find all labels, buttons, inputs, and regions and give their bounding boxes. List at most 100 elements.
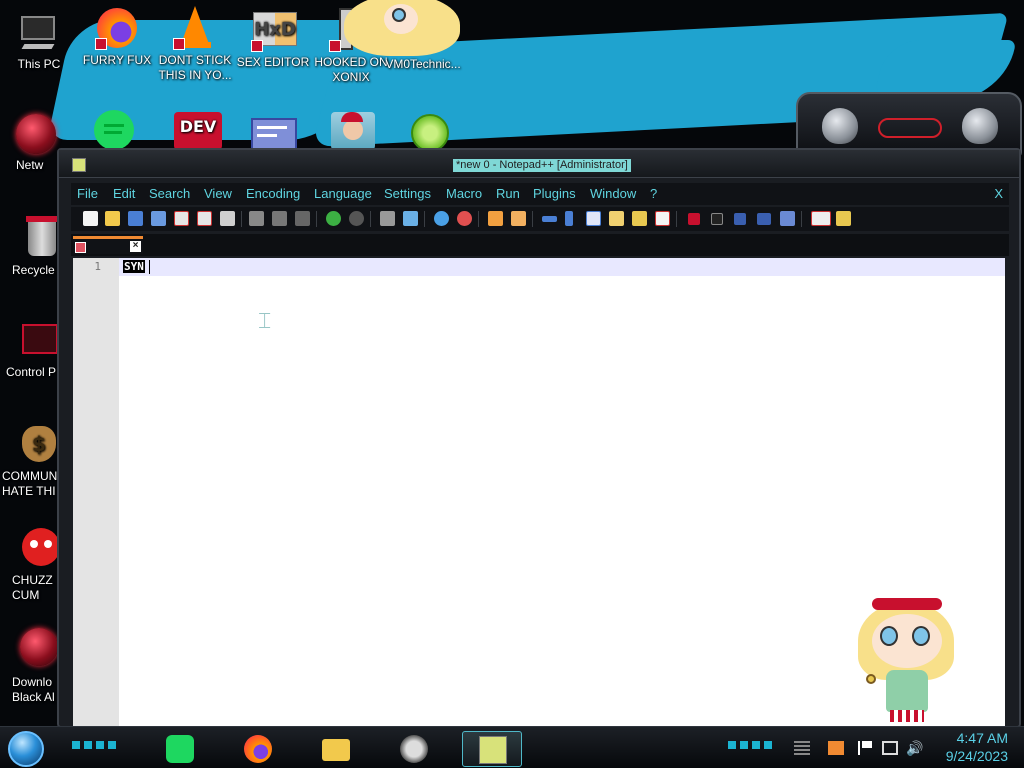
notepadpp-icon bbox=[479, 736, 507, 764]
taskbar-app-skull[interactable] bbox=[384, 731, 444, 767]
print-icon[interactable] bbox=[220, 211, 235, 226]
network-icon bbox=[16, 114, 60, 158]
doc-map-icon[interactable] bbox=[609, 211, 624, 226]
menu-language[interactable]: Language bbox=[314, 186, 372, 201]
taskbar-app-file-explorer[interactable] bbox=[306, 731, 366, 767]
tab-close-button[interactable]: × bbox=[130, 241, 141, 252]
desktop-icon-label: HOOKED ON XONIX bbox=[314, 55, 388, 84]
clock-date: 9/24/2023 bbox=[945, 748, 1008, 764]
save-icon[interactable] bbox=[128, 211, 143, 226]
show-all-chars-icon[interactable] bbox=[565, 211, 573, 226]
paste-icon[interactable] bbox=[295, 211, 310, 226]
system-clock[interactable]: 4:47 AM 9/24/2023 bbox=[946, 729, 1008, 765]
computer-icon bbox=[17, 10, 61, 54]
hxd-icon: HxD bbox=[251, 8, 297, 52]
menu-view[interactable]: View bbox=[204, 186, 232, 201]
record-macro-icon[interactable] bbox=[688, 213, 700, 225]
close-all-icon[interactable] bbox=[197, 211, 212, 226]
vlc-icon bbox=[173, 6, 217, 50]
menu-settings[interactable]: Settings bbox=[384, 186, 431, 201]
menu-window[interactable]: Window bbox=[590, 186, 636, 201]
java-update-icon[interactable] bbox=[828, 741, 844, 755]
cut-icon[interactable] bbox=[249, 211, 264, 226]
control-panel-icon bbox=[18, 318, 62, 362]
alien-head-icon bbox=[822, 108, 858, 144]
stop-macro-icon[interactable] bbox=[711, 213, 723, 225]
taskbar-app-firefox[interactable] bbox=[228, 731, 288, 767]
open-file-icon[interactable] bbox=[105, 211, 120, 226]
save-macro-icon[interactable] bbox=[780, 211, 795, 226]
menu-run[interactable]: Run bbox=[496, 186, 520, 201]
notepadpp-icon bbox=[72, 158, 86, 172]
file-explorer-icon bbox=[322, 739, 350, 761]
taskbar-app-spotify[interactable] bbox=[150, 731, 210, 767]
indent-guide-icon[interactable] bbox=[586, 211, 601, 226]
money-bag-icon: $ bbox=[18, 422, 62, 466]
firefox-icon bbox=[95, 6, 139, 50]
desktop-icon-label: COMMUN HATE THI bbox=[2, 469, 58, 498]
current-line-highlight bbox=[119, 258, 1005, 276]
editor-text[interactable]: SYN bbox=[123, 260, 145, 273]
desktop-icon-vlc[interactable]: DONT STICK THIS IN YO... bbox=[156, 6, 234, 83]
close-document-button[interactable]: X bbox=[994, 186, 1003, 201]
new-file-icon[interactable] bbox=[83, 211, 98, 226]
menu-help[interactable]: ? bbox=[650, 186, 657, 201]
character-sticker bbox=[852, 598, 960, 724]
close-icon[interactable] bbox=[174, 211, 189, 226]
line-number-gutter: 1 bbox=[73, 258, 119, 726]
spotify-icon bbox=[166, 735, 194, 763]
desktop-icon-vm0technic[interactable]: VM0Technic... bbox=[344, 0, 462, 72]
save-all-icon[interactable] bbox=[151, 211, 166, 226]
network-icon[interactable] bbox=[882, 741, 898, 755]
desktop-icon-label: SEX EDITOR bbox=[236, 55, 310, 69]
menu-bar: File Edit Search View Encoding Language … bbox=[71, 183, 1009, 205]
skull-app-icon bbox=[400, 735, 428, 763]
desktop-icon-money[interactable]: $ COMMUN HATE THI bbox=[2, 422, 62, 499]
desktop-icon-label: FURRY FUX bbox=[82, 53, 152, 67]
ibeam-cursor-icon: ⌶ bbox=[258, 308, 272, 333]
copy-icon[interactable] bbox=[272, 211, 287, 226]
toolbar bbox=[71, 207, 1009, 231]
taskbar-app-notepadpp[interactable] bbox=[462, 731, 522, 767]
alien-head-icon bbox=[962, 108, 998, 144]
zoom-out-icon[interactable] bbox=[457, 211, 472, 226]
menu-search[interactable]: Search bbox=[149, 186, 190, 201]
function-list-icon[interactable] bbox=[632, 211, 647, 226]
play-multiple-macro-icon[interactable] bbox=[757, 213, 771, 225]
desktop-icon-firefox[interactable]: FURRY FUX bbox=[78, 6, 156, 68]
clock-time: 4:47 AM bbox=[956, 730, 1008, 746]
play-macro-icon[interactable] bbox=[734, 213, 746, 225]
menu-encoding[interactable]: Encoding bbox=[246, 186, 300, 201]
menu-file[interactable]: File bbox=[77, 186, 98, 201]
taskbar-decoration bbox=[728, 741, 772, 749]
text-caret bbox=[149, 260, 150, 274]
menu-plugins[interactable]: Plugins bbox=[533, 186, 576, 201]
sync-horizontal-icon[interactable] bbox=[511, 211, 526, 226]
taskbar: 🔊 4:47 AM 9/24/2023 bbox=[0, 726, 1024, 768]
start-button[interactable] bbox=[8, 731, 44, 767]
unsaved-icon bbox=[75, 242, 86, 253]
window-title: *new 0 - Notepad++ [Administrator] bbox=[453, 159, 631, 172]
word-wrap-icon[interactable] bbox=[542, 216, 557, 222]
find-icon[interactable] bbox=[380, 211, 395, 226]
volume-icon[interactable]: 🔊 bbox=[906, 741, 923, 755]
undo-icon[interactable] bbox=[326, 211, 341, 226]
flag-icon[interactable] bbox=[858, 741, 874, 755]
desktop-icon-label: DONT STICK THIS IN YO... bbox=[158, 53, 232, 82]
window-titlebar[interactable]: *new 0 - Notepad++ [Administrator] bbox=[59, 150, 1019, 178]
replace-icon[interactable] bbox=[403, 211, 418, 226]
tab-new-0[interactable]: × bbox=[73, 236, 143, 254]
folder-workspace-icon[interactable] bbox=[655, 211, 670, 226]
redo-icon[interactable] bbox=[349, 211, 364, 226]
spell-check-icon[interactable] bbox=[811, 211, 831, 226]
desktop-icon-hxd[interactable]: HxD SEX EDITOR bbox=[234, 8, 312, 70]
zoom-in-icon[interactable] bbox=[434, 211, 449, 226]
folder-icon[interactable] bbox=[836, 211, 851, 226]
line-number: 1 bbox=[94, 260, 101, 273]
firefox-icon bbox=[244, 735, 272, 763]
desktop-icon-this-pc[interactable]: This PC bbox=[0, 10, 78, 72]
menu-macro[interactable]: Macro bbox=[446, 186, 482, 201]
show-desktop-icon[interactable] bbox=[794, 741, 810, 755]
sync-vertical-icon[interactable] bbox=[488, 211, 503, 226]
menu-edit[interactable]: Edit bbox=[113, 186, 135, 201]
